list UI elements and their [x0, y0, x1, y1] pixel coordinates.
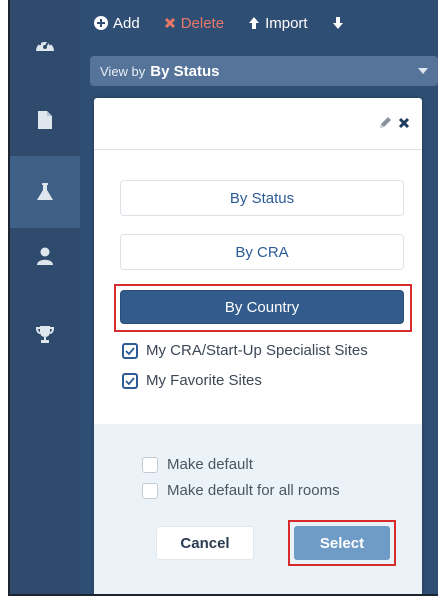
- add-label: Add: [113, 14, 140, 32]
- user-icon: [36, 246, 54, 266]
- checkbox-label: Make default for all rooms: [167, 482, 340, 499]
- make-default-all-rooms-checkbox[interactable]: Make default for all rooms: [142, 482, 340, 499]
- by-status-option[interactable]: By Status: [120, 180, 404, 216]
- checkbox-label: My Favorite Sites: [146, 372, 262, 389]
- trophy-icon: [35, 324, 55, 344]
- app-frame: Add Delete Import View by By Status By S…: [8, 0, 438, 596]
- sidebar-item-awards[interactable]: [10, 298, 80, 370]
- import-button[interactable]: Import: [248, 15, 308, 32]
- checkbox-label: My CRA/Start-Up Specialist Sites: [146, 342, 368, 359]
- make-default-checkbox[interactable]: Make default: [142, 456, 253, 473]
- checkbox-unchecked: [142, 456, 158, 473]
- option-label: By Status: [229, 189, 295, 207]
- import-label: Import: [265, 14, 308, 32]
- caret-down-icon: [418, 68, 428, 74]
- checkbox-checked: [122, 342, 138, 359]
- close-icon[interactable]: [398, 117, 410, 129]
- delete-button[interactable]: Delete: [164, 15, 224, 32]
- my-favorite-sites-checkbox[interactable]: My Favorite Sites: [122, 372, 262, 389]
- arrow-up-icon: [248, 16, 260, 30]
- flask-icon: [36, 182, 54, 202]
- view-by-dropdown[interactable]: View by By Status: [90, 56, 438, 86]
- sidebar: [10, 0, 80, 594]
- panel-header: [94, 98, 422, 150]
- select-button[interactable]: Select: [294, 526, 390, 560]
- checkbox-label: Make default: [167, 456, 253, 473]
- by-cra-option[interactable]: By CRA: [120, 234, 404, 270]
- sidebar-item-documents[interactable]: [10, 84, 80, 156]
- select-label: Select: [319, 534, 365, 552]
- by-country-option[interactable]: By Country: [120, 290, 404, 324]
- view-by-value: By Status: [150, 62, 220, 80]
- cancel-button[interactable]: Cancel: [156, 526, 254, 560]
- view-by-panel: By Status By CRA By Country My CRA/Start…: [94, 98, 422, 594]
- delete-label: Delete: [180, 14, 225, 32]
- add-button[interactable]: Add: [94, 15, 140, 32]
- checkbox-unchecked: [142, 482, 158, 499]
- arrow-down-icon: [332, 16, 344, 30]
- toolbar: Add Delete Import: [94, 12, 344, 34]
- option-label: By Country: [224, 298, 300, 316]
- sidebar-item-dashboard[interactable]: [10, 8, 80, 80]
- sidebar-item-lab[interactable]: [10, 156, 80, 228]
- dashboard-icon: [34, 35, 56, 53]
- option-label: By CRA: [235, 243, 289, 261]
- plus-circle-icon: [94, 16, 108, 30]
- close-icon: [164, 17, 176, 29]
- my-cra-sites-checkbox[interactable]: My CRA/Start-Up Specialist Sites: [122, 342, 368, 359]
- panel-footer: Make default Make default for all rooms …: [94, 424, 422, 594]
- sidebar-item-people[interactable]: [10, 220, 80, 292]
- view-by-prefix: View by: [100, 63, 146, 79]
- checkbox-checked: [122, 372, 138, 389]
- pencil-icon[interactable]: [378, 116, 392, 130]
- cancel-label: Cancel: [180, 534, 230, 552]
- document-icon: [37, 110, 53, 130]
- export-button[interactable]: [332, 16, 344, 30]
